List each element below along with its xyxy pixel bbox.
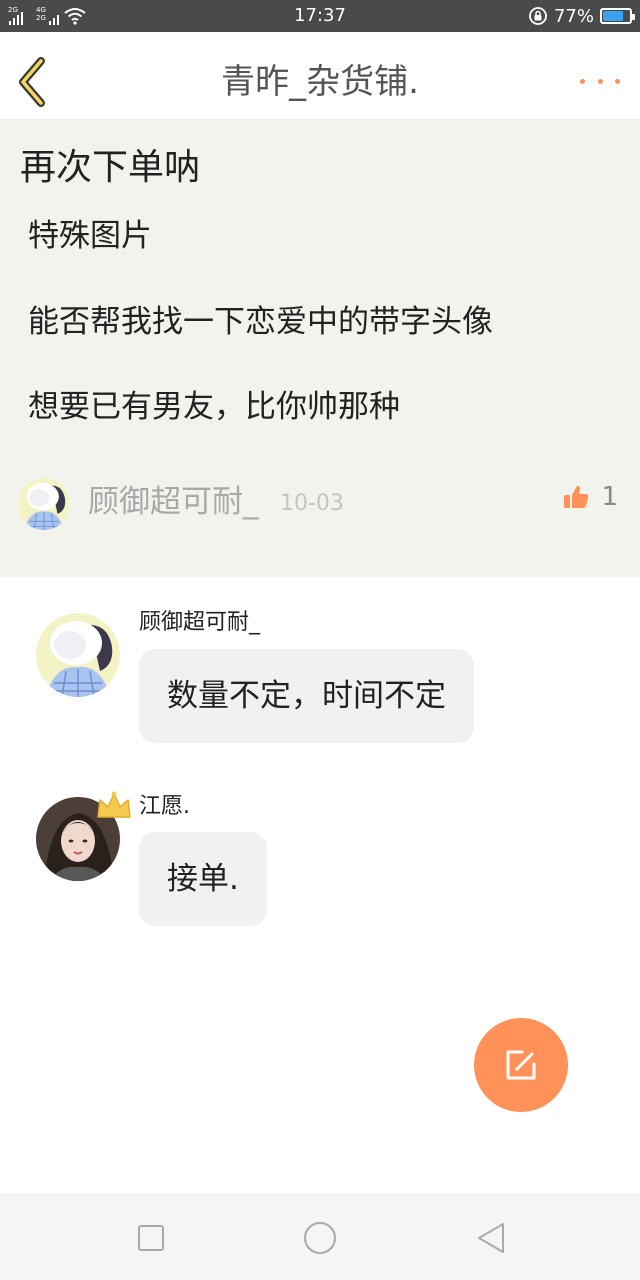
- avatar[interactable]: [36, 613, 120, 697]
- post-date: 10-03: [280, 491, 344, 516]
- chevron-left-icon: [19, 57, 45, 107]
- reply-bubble[interactable]: 接单.: [139, 832, 267, 926]
- crown-icon: [97, 791, 131, 818]
- rotation-lock-icon: [529, 7, 547, 25]
- post-body-line: 想要已有男友，比你帅那种: [28, 389, 400, 425]
- post-meta: 顾御超可耐_ 10-03 1: [18, 476, 622, 532]
- avatar[interactable]: [18, 478, 70, 530]
- like-button[interactable]: 1: [563, 482, 618, 512]
- reply-bubble[interactable]: 数量不定，时间不定: [139, 649, 474, 743]
- more-dots-icon[interactable]: [580, 66, 620, 96]
- like-count: 1: [601, 482, 618, 512]
- home-button[interactable]: [303, 1221, 337, 1255]
- page-title: 青昨_杂货铺.: [221, 62, 419, 102]
- post-body-line: 能否帮我找一下恋爱中的带字头像: [28, 304, 493, 340]
- system-nav-bar: [0, 1194, 640, 1280]
- reply-item: 顾御超可耐_ 数量不定，时间不定: [0, 600, 640, 750]
- battery-level-fill: [603, 11, 623, 21]
- compose-fab[interactable]: [474, 1018, 568, 1112]
- post-author[interactable]: 顾御超可耐_: [88, 480, 259, 524]
- post-body-line: 特殊图片: [28, 218, 152, 254]
- reply-author[interactable]: 江愿.: [139, 792, 190, 822]
- back-triangle-icon: [478, 1223, 504, 1253]
- home-circle-icon: [304, 1222, 336, 1254]
- status-right: 77%: [528, 5, 635, 27]
- reply-author[interactable]: 顾御超可耐_: [139, 608, 260, 638]
- app-header: 青昨_杂货铺.: [0, 32, 640, 120]
- thumbs-up-icon: [564, 485, 589, 508]
- post-title: 再次下单呐: [20, 147, 201, 188]
- post-card: 再次下单呐 特殊图片 能否帮我找一下恋爱中的带字头像 想要已有男友，比你帅那种 …: [0, 120, 640, 577]
- edit-icon: [506, 1050, 536, 1080]
- recents-button[interactable]: [134, 1221, 168, 1255]
- battery-percent: 77%: [553, 5, 594, 27]
- status-bar: 2G 4G 2G 17:37 77%: [0, 0, 640, 32]
- back-nav-button[interactable]: [474, 1221, 508, 1255]
- battery-icon: [600, 8, 635, 24]
- recents-square-icon: [138, 1225, 164, 1251]
- reply-item: 江愿. 接单.: [0, 785, 640, 935]
- back-button[interactable]: [14, 56, 54, 108]
